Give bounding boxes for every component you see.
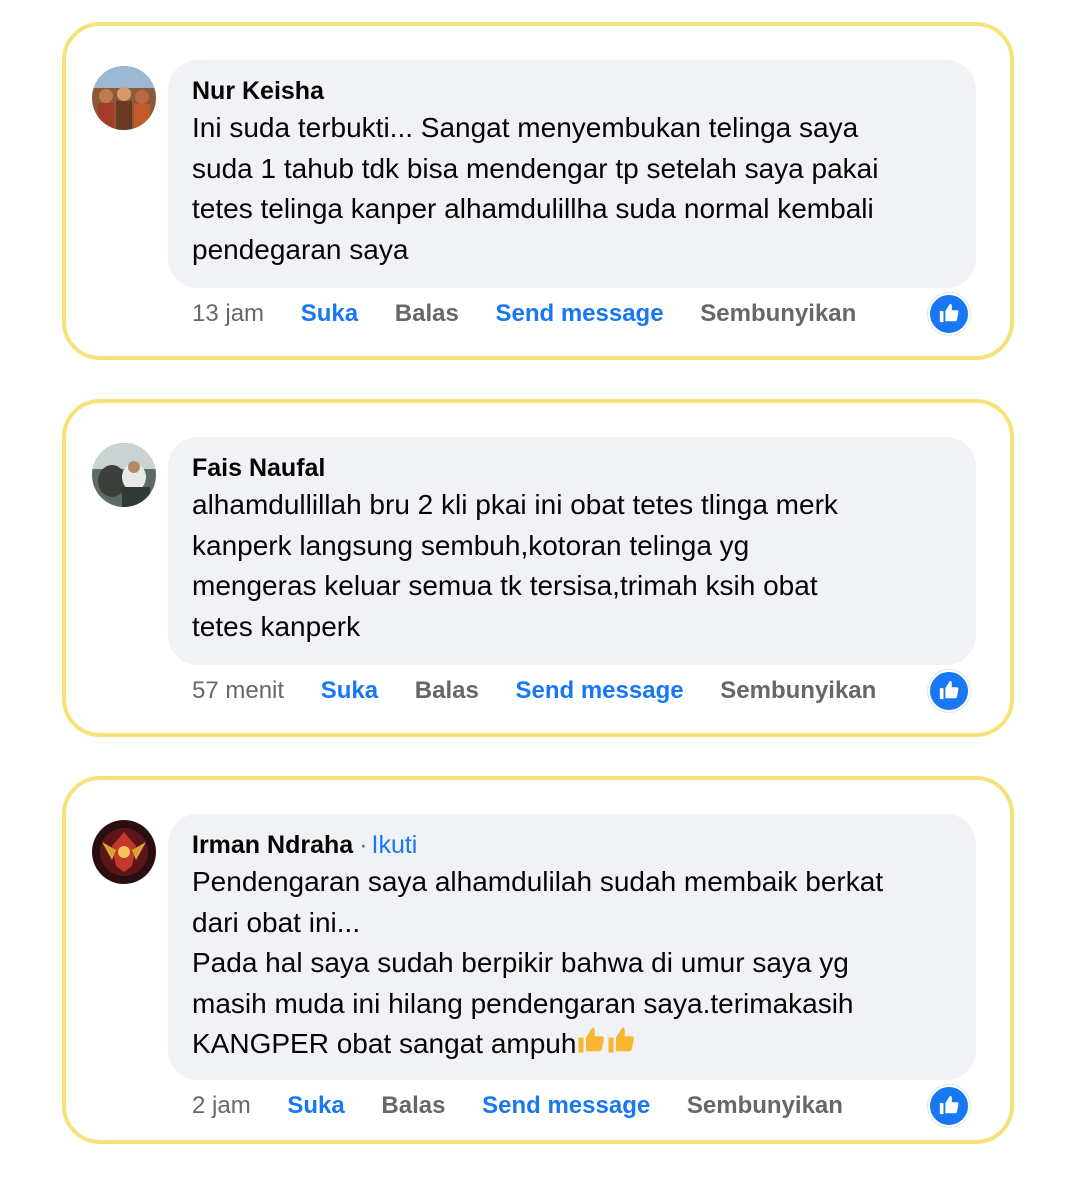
avatar[interactable] [92,443,156,507]
like-button[interactable]: Suka [287,1091,344,1121]
comment-author[interactable]: Irman Ndraha [192,831,353,859]
comment-author-row: Nur Keisha [192,74,952,108]
comment-text: Ini suda terbukti... Sangat menyembukan … [192,112,879,265]
thumbs-up-icon[interactable] [928,293,970,335]
comment-author[interactable]: Nur Keisha [192,77,324,105]
avatar[interactable] [92,820,156,884]
comment-bubble: Irman Ndraha · Ikuti Pendengaran saya alha… [168,814,976,1080]
comment-actions: 57 menit Suka Balas Send message Sembuny… [192,676,970,706]
like-button[interactable]: Suka [301,299,358,329]
reply-button[interactable]: Balas [381,1091,445,1121]
thumbs-up-icon[interactable] [928,670,970,712]
comment-timestamp[interactable]: 13 jam [192,299,264,329]
thumbs-up-emoji-icon [606,1025,636,1067]
comment-card-2: Fais Naufal alhamdullillah bru 2 kli pka… [62,399,1014,737]
thumbs-up-icon[interactable] [928,1085,970,1127]
comment-timestamp[interactable]: 57 menit [192,676,284,706]
like-button[interactable]: Suka [321,676,378,706]
comment-text: Pendengaran saya alhamdulilah sudah memb… [192,862,952,1067]
comment-author-row: Fais Naufal [192,451,952,485]
comment-text-body: Pendengaran saya alhamdulilah sudah memb… [192,866,884,1059]
comment-card-1: Nur Keisha Ini suda terbukti... Sangat m… [62,22,1014,360]
send-message-button[interactable]: Send message [495,299,663,329]
hide-button[interactable]: Sembunyikan [720,676,876,706]
comment-author[interactable]: Fais Naufal [192,454,325,482]
hide-button[interactable]: Sembunyikan [700,299,856,329]
reply-button[interactable]: Balas [395,299,459,329]
avatar[interactable] [92,66,156,130]
comment-actions: 13 jam Suka Balas Send message Sembunyik… [192,299,970,329]
follow-button[interactable]: Ikuti [372,831,418,859]
comment-timestamp[interactable]: 2 jam [192,1091,251,1121]
comment-bubble: Fais Naufal alhamdullillah bru 2 kli pka… [168,437,976,665]
thumbs-up-emoji-icon [576,1025,606,1067]
comment-author-row: Irman Ndraha · Ikuti [192,828,952,862]
separator-dot: · [359,831,368,859]
send-message-button[interactable]: Send message [516,676,684,706]
reply-button[interactable]: Balas [415,676,479,706]
comment-text: alhamdullillah bru 2 kli pkai ini obat t… [192,489,838,642]
comment-actions: 2 jam Suka Balas Send message Sembunyika… [192,1091,970,1121]
comment-card-3: Irman Ndraha · Ikuti Pendengaran saya alha… [62,776,1014,1144]
send-message-button[interactable]: Send message [482,1091,650,1121]
hide-button[interactable]: Sembunyikan [687,1091,843,1121]
comment-bubble: Nur Keisha Ini suda terbukti... Sangat m… [168,60,976,288]
